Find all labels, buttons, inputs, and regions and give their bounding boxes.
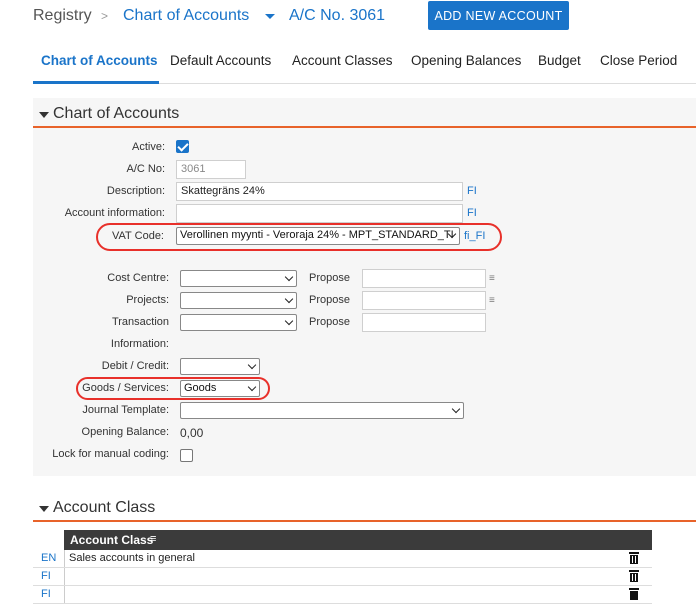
- information-label: Information:: [110, 338, 169, 350]
- vat-code-select[interactable]: Verollinen myynti - Veroraja 24% - MPT_S…: [176, 227, 460, 245]
- list-icon[interactable]: ≡: [489, 295, 495, 306]
- row-value[interactable]: [64, 568, 614, 585]
- debit-credit-select[interactable]: [180, 358, 260, 375]
- cost-centre-propose-label: Propose: [309, 272, 350, 284]
- projects-propose-label: Propose: [309, 294, 350, 306]
- transaction-label: Transaction: [111, 316, 169, 328]
- lock-manual-coding-label: Lock for manual coding:: [52, 448, 169, 460]
- section-title: Account Class: [53, 499, 156, 516]
- vat-code-value: Verollinen myynti - Veroraja 24% - MPT_S…: [180, 229, 454, 241]
- transaction-propose-label: Propose: [309, 316, 350, 328]
- acno-field[interactable]: 3061: [176, 160, 246, 179]
- debit-credit-label: Debit / Credit:: [101, 360, 169, 372]
- row-lang[interactable]: FI: [41, 570, 51, 582]
- chevron-down-icon: [284, 316, 294, 326]
- chevron-down-icon: [247, 360, 257, 370]
- description-label: Description:: [106, 185, 165, 197]
- transaction-info-select[interactable]: [180, 314, 297, 331]
- tab-opening-balances[interactable]: Opening Balances: [411, 53, 521, 68]
- vat-code-label: VAT Code:: [112, 230, 164, 242]
- cost-centre-label: Cost Centre:: [107, 272, 169, 284]
- tab-chart-of-accounts[interactable]: Chart of Accounts: [41, 53, 158, 68]
- chevron-down-icon: [284, 294, 294, 304]
- cost-centre-select[interactable]: [180, 270, 297, 287]
- chevron-down-icon: [284, 272, 294, 282]
- breadcrumb-registry[interactable]: Registry: [33, 7, 92, 25]
- breadcrumb-separator: >: [101, 9, 109, 23]
- active-checkbox[interactable]: [176, 140, 189, 153]
- projects-select[interactable]: [180, 292, 297, 309]
- goods-services-label: Goods / Services:: [82, 382, 169, 394]
- projects-propose-field[interactable]: [362, 291, 486, 310]
- goods-services-value: Goods: [184, 382, 217, 394]
- trash-icon[interactable]: [629, 552, 639, 564]
- chevron-down-icon: [247, 382, 257, 392]
- tab-bar: Chart of Accounts Default Accounts Accou…: [33, 44, 696, 84]
- acno-label: A/C No:: [126, 163, 165, 175]
- tab-account-classes[interactable]: Account Classes: [292, 53, 393, 68]
- trash-icon[interactable]: [629, 588, 639, 600]
- chevron-down-icon[interactable]: [265, 14, 275, 19]
- tab-default-accounts[interactable]: Default Accounts: [170, 53, 271, 68]
- opening-balance-value: 0,00: [180, 426, 204, 440]
- row-value[interactable]: Sales accounts in general: [64, 550, 614, 567]
- top-bar: Registry > Chart of Accounts A/C No. 306…: [0, 0, 696, 36]
- tab-close-period[interactable]: Close Period: [600, 53, 677, 68]
- breadcrumb-account: A/C No. 3061: [289, 7, 386, 24]
- table-row: FI: [33, 586, 652, 604]
- cost-centre-propose-field[interactable]: [362, 269, 486, 288]
- row-lang[interactable]: EN: [41, 552, 56, 564]
- collapse-caret-icon[interactable]: [39, 506, 49, 512]
- account-class-section-header[interactable]: Account Class: [33, 494, 696, 522]
- breadcrumb-chart-of-accounts[interactable]: Chart of Accounts: [123, 7, 249, 25]
- goods-services-select[interactable]: Goods: [180, 380, 260, 397]
- projects-label: Projects:: [126, 294, 169, 306]
- account-info-field[interactable]: [176, 204, 463, 223]
- vat-lang-link[interactable]: fi_FI: [464, 230, 485, 242]
- active-label: Active:: [131, 141, 165, 153]
- table-row: FI: [33, 568, 652, 586]
- section-title: Chart of Accounts: [53, 105, 180, 122]
- table-row: EN Sales accounts in general: [33, 550, 652, 568]
- tab-budget[interactable]: Budget: [538, 53, 581, 68]
- account-info-label: Account information:: [64, 207, 165, 219]
- account-class-table-header: Account Class ≡: [64, 530, 652, 550]
- lock-manual-coding-checkbox[interactable]: [180, 449, 193, 462]
- column-header-account-class[interactable]: Account Class: [70, 533, 153, 547]
- list-icon[interactable]: ≡: [150, 533, 156, 545]
- trash-icon[interactable]: [629, 570, 639, 582]
- add-new-account-button[interactable]: ADD NEW ACCOUNT: [428, 1, 569, 30]
- account-info-lang-link[interactable]: FI: [467, 207, 477, 219]
- transaction-propose-field[interactable]: [362, 313, 486, 332]
- chart-of-accounts-section-header[interactable]: Chart of Accounts: [33, 100, 696, 128]
- collapse-caret-icon[interactable]: [39, 112, 49, 118]
- description-lang-link[interactable]: FI: [467, 185, 477, 197]
- journal-template-label: Journal Template:: [82, 404, 169, 416]
- row-lang[interactable]: FI: [41, 588, 51, 600]
- list-icon[interactable]: ≡: [489, 273, 495, 284]
- description-field[interactable]: Skattegräns 24%: [176, 182, 463, 201]
- chevron-down-icon: [451, 404, 461, 414]
- row-value[interactable]: [64, 586, 614, 603]
- active-tab-indicator: [33, 81, 159, 84]
- journal-template-select[interactable]: [180, 402, 464, 419]
- opening-balance-label: Opening Balance:: [81, 426, 169, 438]
